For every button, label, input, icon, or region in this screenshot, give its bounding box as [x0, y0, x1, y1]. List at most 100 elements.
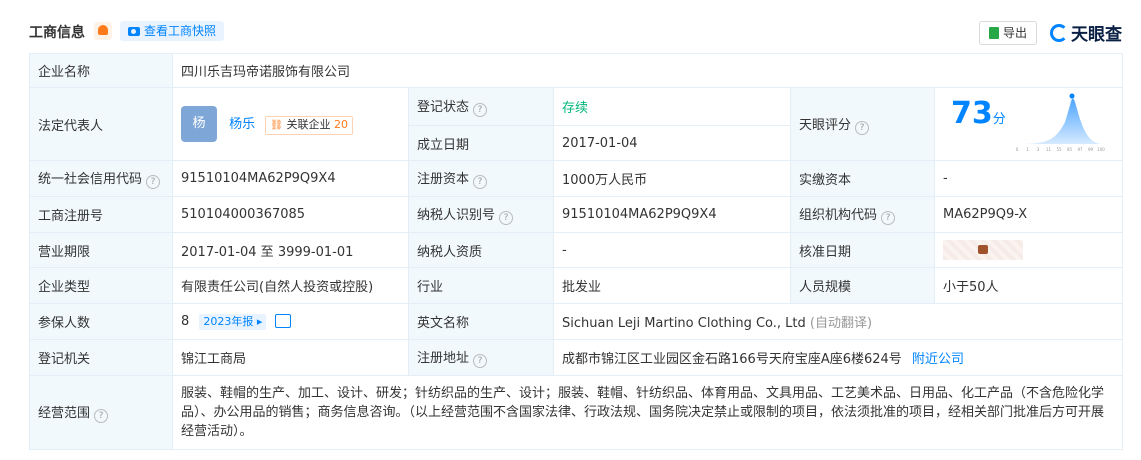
business-info-table: 企业名称 四川乐吉玛帝诺服饰有限公司 法定代表人 杨 杨乐 ⛓ 关联企业 20 … — [29, 53, 1124, 450]
help-icon[interactable]: ? — [499, 211, 514, 225]
taxpayer-id-label-text: 纳税人识别号 — [417, 208, 496, 223]
approval-date-value[interactable] — [933, 232, 1124, 268]
reg-capital-label: 注册资本? — [408, 160, 554, 197]
score-axis-tick: 55 — [1056, 147, 1062, 152]
related-icon: ⛓ — [270, 120, 283, 131]
staff-value: 小于50人 — [933, 267, 1124, 304]
org-code-label-text: 组织机构代码 — [799, 208, 878, 223]
score-distribution-chart: 0 1 3 11 55 85 97 99 100 — [1016, 93, 1105, 152]
taxpayer-id-value: 91510104MA62P9Q9X4 — [553, 196, 791, 233]
address-label: 注册地址? — [408, 339, 554, 376]
excel-icon — [988, 27, 999, 39]
type-label: 企业类型 — [29, 267, 173, 304]
score-axis-tick: 11 — [1046, 147, 1052, 152]
score-cell[interactable]: 73分 0 1 3 11 55 85 97 99 100 — [933, 87, 1124, 161]
table-row: 参保人数 8 2023年报 ▸ 英文名称 Sichuan Leji Martin… — [29, 303, 1124, 340]
annual-report-tag[interactable]: 2023年报 ▸ — [199, 313, 267, 330]
help-icon[interactable]: ? — [473, 103, 488, 118]
lock-icon — [978, 245, 988, 254]
score-label-text: 天眼评分 — [799, 117, 852, 133]
company-name-label: 企业名称 — [29, 53, 173, 88]
score-marker-dot — [1069, 93, 1075, 99]
section-header: 工商信息 查看工商快照 导出 天眼查 — [0, 0, 1141, 56]
scope-label-text: 经营范围 — [38, 406, 91, 421]
table-row: 经营范围? 服装、鞋帽的生产、加工、设计、研发；针纺织品的生产、设计；服装、鞋帽… — [29, 375, 1124, 450]
en-name-cell: Sichuan Leji Martino Clothing Co., Ltd (… — [552, 303, 1124, 340]
insured-cell: 8 2023年报 ▸ — [172, 303, 409, 340]
insured-value: 8 — [181, 313, 190, 329]
score-number: 73 — [951, 96, 993, 131]
legal-rep-name-link[interactable]: 杨乐 — [229, 117, 255, 132]
address-cell: 成都市锦江区工业园区金石路166号天府宝座A座6楼624号 附近公司 — [552, 339, 1124, 376]
address-label-text: 注册地址 — [417, 351, 470, 366]
export-button[interactable]: 导出 — [979, 21, 1037, 45]
founded-value: 2017-01-04 — [553, 125, 791, 161]
score-axis-tick: 1 — [1026, 147, 1029, 152]
related-label: 关联企业 — [286, 118, 331, 131]
term-label: 营业期限 — [29, 232, 173, 268]
help-icon[interactable]: ? — [855, 120, 870, 135]
section-title: 工商信息 — [29, 25, 85, 41]
paid-capital-value: - — [933, 160, 1124, 197]
annual-report-label: 2023年报 — [203, 314, 254, 328]
help-icon[interactable]: ? — [881, 211, 896, 225]
bell-icon[interactable] — [94, 22, 112, 40]
term-value: 2017-01-04 至 3999-01-01 — [172, 232, 409, 268]
help-icon[interactable]: ? — [473, 354, 488, 368]
taxpayer-qual-value: - — [553, 232, 791, 268]
status-value: 存续 — [553, 86, 791, 127]
nearby-companies-link[interactable]: 附近公司 — [912, 352, 964, 367]
credit-code-value: 91510104MA62P9Q9X4 — [172, 160, 409, 197]
tianyancha-logo[interactable]: 天眼查 — [1050, 20, 1122, 45]
score-axis-tick: 97 — [1077, 147, 1083, 152]
status-label-text: 登记状态 — [417, 100, 470, 116]
avatar[interactable]: 杨 — [181, 106, 217, 142]
score-axis-tick: 85 — [1067, 147, 1073, 152]
paid-capital-label: 实缴资本 — [790, 160, 935, 197]
related-companies-badge[interactable]: ⛓ 关联企业 20 — [265, 116, 353, 135]
logo-text: 天眼查 — [1071, 25, 1122, 45]
status-label: 登记状态? — [408, 86, 554, 127]
approval-date-label: 核准日期 — [790, 232, 935, 268]
help-icon[interactable]: ? — [146, 175, 161, 189]
insured-label: 参保人数 — [29, 303, 173, 340]
table-row: 企业名称 四川乐吉玛帝诺服饰有限公司 — [29, 53, 1124, 88]
view-snapshot-label: 查看工商快照 — [144, 24, 217, 38]
credit-code-label-text: 统一社会信用代码 — [38, 172, 143, 187]
score-axis-tick: 3 — [1037, 147, 1040, 152]
scope-value: 服装、鞋帽的生产、加工、设计、研发；针纺织品的生产、设计；服装、鞋帽、针纺织品、… — [171, 375, 1124, 450]
founded-label: 成立日期 — [408, 125, 554, 161]
address-value: 成都市锦江区工业园区金石路166号天府宝座A座6楼624号 — [562, 352, 902, 367]
table-row: 工商注册号 510104000367085 纳税人识别号? 91510104MA… — [29, 196, 1124, 233]
view-snapshot-button[interactable]: 查看工商快照 — [120, 21, 225, 41]
scope-label: 经营范围? — [29, 375, 173, 450]
help-icon[interactable]: ? — [94, 409, 109, 423]
taxpayer-qual-label: 纳税人资质 — [408, 232, 554, 268]
table-row: 统一社会信用代码? 91510104MA62P9Q9X4 注册资本? 1000万… — [29, 160, 1124, 197]
table-row: 营业期限 2017-01-04 至 3999-01-01 纳税人资质 - 核准日… — [29, 232, 1124, 268]
logo-mark-icon — [1050, 23, 1068, 42]
company-name: 四川乐吉玛帝诺服饰有限公司 — [171, 53, 1124, 88]
industry-label: 行业 — [408, 267, 554, 304]
reg-capital-value: 1000万人民币 — [553, 160, 791, 197]
trend-chart-icon[interactable] — [274, 314, 291, 328]
camera-icon — [128, 26, 140, 36]
score-value: 73分 — [951, 96, 1006, 131]
score-label: 天眼评分? — [790, 87, 935, 161]
locked-content[interactable] — [943, 240, 1023, 260]
legal-rep-label: 法定代表人 — [29, 87, 173, 161]
en-name-value: Sichuan Leji Martino Clothing Co., Ltd — [562, 316, 806, 331]
export-label: 导出 — [1002, 26, 1027, 40]
help-icon[interactable]: ? — [473, 175, 488, 189]
org-code-label: 组织机构代码? — [790, 196, 935, 233]
table-row: 法定代表人 杨 杨乐 ⛓ 关联企业 20 登记状态? 存续 天眼评分? 73分 … — [29, 86, 1124, 161]
reg-capital-label-text: 注册资本 — [417, 172, 470, 187]
table-row: 企业类型 有限责任公司(自然人投资或控股) 行业 批发业 人员规模 小于50人 — [29, 267, 1124, 304]
authority-value: 锦江工商局 — [172, 339, 409, 376]
staff-label: 人员规模 — [790, 267, 935, 304]
industry-value: 批发业 — [553, 267, 791, 304]
score-axis-tick: 100 — [1097, 147, 1105, 152]
org-code-value: MA62P9Q9-X — [933, 196, 1124, 233]
en-name-label: 英文名称 — [408, 303, 554, 340]
reg-no-label: 工商注册号 — [29, 196, 173, 233]
